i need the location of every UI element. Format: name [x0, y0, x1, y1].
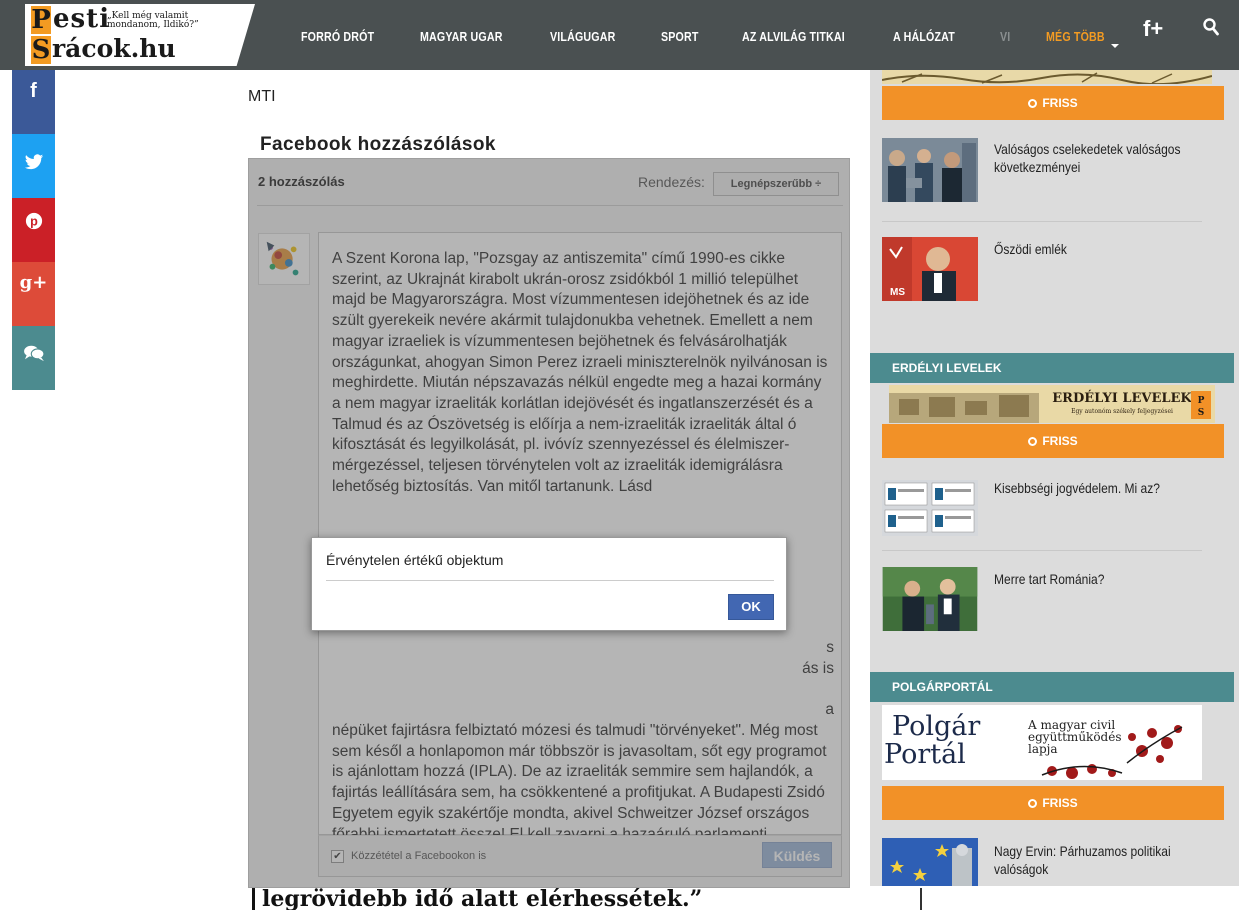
site-logo[interactable]: P esti S rácok.hu „Kell még valamit mond…	[25, 4, 255, 66]
twitter-icon	[24, 154, 44, 170]
logo-word-1: esti	[53, 4, 111, 34]
nav-item-halozat[interactable]: A HÁLÓZAT	[893, 29, 955, 44]
social-share-bar: f p g+	[12, 70, 55, 390]
article-image-text: legrövidebb idő alatt elérhessétek.”	[262, 886, 703, 910]
erdelyi-logo-p: P	[1198, 396, 1205, 406]
facebook-icon: f	[30, 80, 37, 102]
folk-ornament-icon	[1041, 725, 1183, 779]
facebook-comments-heading: Facebook hozzászólások	[260, 134, 496, 155]
nav-item-vilagugar[interactable]: VILÁGUGAR	[550, 29, 615, 44]
section-header-erdelyi[interactable]: ERDÉLYI LEVELEK	[870, 353, 1234, 383]
friss-label: FRISS	[1042, 96, 1078, 110]
svg-text:MS: MS	[890, 287, 905, 298]
logo-letter-s: S	[31, 35, 51, 65]
nav-item-more[interactable]: MÉG TÖBB	[1046, 29, 1105, 44]
friss-label: FRISS	[1042, 434, 1078, 448]
polgar-banner-image[interactable]: Polgár Portál A magyar civil együttműköd…	[882, 705, 1202, 780]
site-header: P esti S rácok.hu „Kell még valamit mond…	[0, 0, 1239, 70]
nav-item-sport[interactable]: SPORT	[661, 29, 699, 44]
teaser-title-5[interactable]: Nagy Ervin: Párhuzamos politikai valóság…	[994, 842, 1183, 878]
pinterest-icon: p	[25, 212, 43, 230]
page: { "site": { "logo_word1": "esti", "logo_…	[0, 0, 1239, 910]
teaser-image-2[interactable]: MS	[882, 237, 978, 301]
erdelyi-banner-title: ERDÉLYI LEVELEK	[1052, 390, 1192, 406]
ok-button[interactable]: OK	[728, 594, 774, 620]
nav-item-partial[interactable]: VI	[1000, 29, 1010, 44]
search-icon[interactable]	[1203, 18, 1219, 36]
facebook-plus-icon[interactable]: f+	[1143, 16, 1163, 42]
teaser-image-1[interactable]	[882, 138, 978, 202]
friss-label: FRISS	[1042, 796, 1078, 810]
modal-overlay	[248, 158, 850, 888]
googleplus-icon: g+	[19, 272, 48, 293]
twitter-share-button[interactable]	[12, 134, 55, 198]
quote-bar	[252, 888, 255, 910]
erdelyi-logo-s: S	[1198, 408, 1205, 418]
nav-item-forro-drot[interactable]: FORRÓ DRÓT	[301, 29, 374, 44]
nav-item-alvilag[interactable]: AZ ALVILÁG TITKAI	[742, 29, 845, 44]
chevron-down-icon	[1111, 44, 1119, 48]
comments-icon	[24, 345, 45, 362]
teaser-title-1[interactable]: Valóságos cselekedetek valóságos követke…	[994, 140, 1183, 176]
clock-icon	[1028, 99, 1038, 108]
section-header-polgar[interactable]: POLGÁRPORTÁL	[870, 672, 1234, 702]
dialog-message: Érvénytelen értékű objektum	[326, 552, 504, 568]
logo-word-2: rácok.hu	[52, 34, 176, 63]
nav-item-magyar-ugar[interactable]: MAGYAR UGAR	[420, 29, 503, 44]
svg-text:p: p	[30, 215, 38, 229]
polgar-logo-line2: Portál	[884, 739, 966, 770]
teaser-image-5[interactable]	[882, 838, 978, 886]
dialog-divider	[326, 580, 774, 581]
item-divider	[882, 221, 1202, 222]
item-divider	[882, 550, 1202, 551]
teaser-image-3[interactable]	[882, 476, 978, 540]
friss-button-2[interactable]: FRISS	[882, 424, 1224, 458]
friss-button-1[interactable]: FRISS	[882, 86, 1224, 120]
teaser-title-2[interactable]: Őszödi emlék	[994, 240, 1183, 258]
polgar-logo-line1: Polgár	[892, 711, 981, 742]
teaser-title-4[interactable]: Merre tart Románia?	[994, 570, 1183, 588]
erdelyi-banner-sub: Egy autonóm székely feljegyzései	[1071, 408, 1173, 415]
error-dialog: Érvénytelen értékű objektum OK	[311, 537, 787, 631]
comments-button[interactable]	[12, 326, 55, 390]
logo-letter-p: P	[31, 5, 51, 35]
clock-icon	[1028, 437, 1038, 446]
friss-button-3[interactable]: FRISS	[882, 786, 1224, 820]
clock-icon	[1028, 799, 1038, 808]
pinterest-share-button[interactable]: p	[12, 198, 55, 262]
top-banner-image[interactable]	[882, 70, 1212, 84]
article-source: MTI	[248, 88, 276, 105]
teaser-title-3[interactable]: Kisebbségi jogvédelem. Mi az?	[994, 479, 1183, 497]
image-edge	[920, 888, 922, 910]
googleplus-share-button[interactable]: g+	[12, 262, 55, 326]
facebook-share-button[interactable]: f	[12, 70, 55, 134]
teaser-image-4[interactable]	[882, 567, 978, 631]
erdelyi-banner-image[interactable]: ERDÉLYI LEVELEK Egy autonóm székely felj…	[889, 385, 1215, 423]
logo-tagline: „Kell még valamit mondanom, Ildikó?”	[107, 11, 199, 30]
